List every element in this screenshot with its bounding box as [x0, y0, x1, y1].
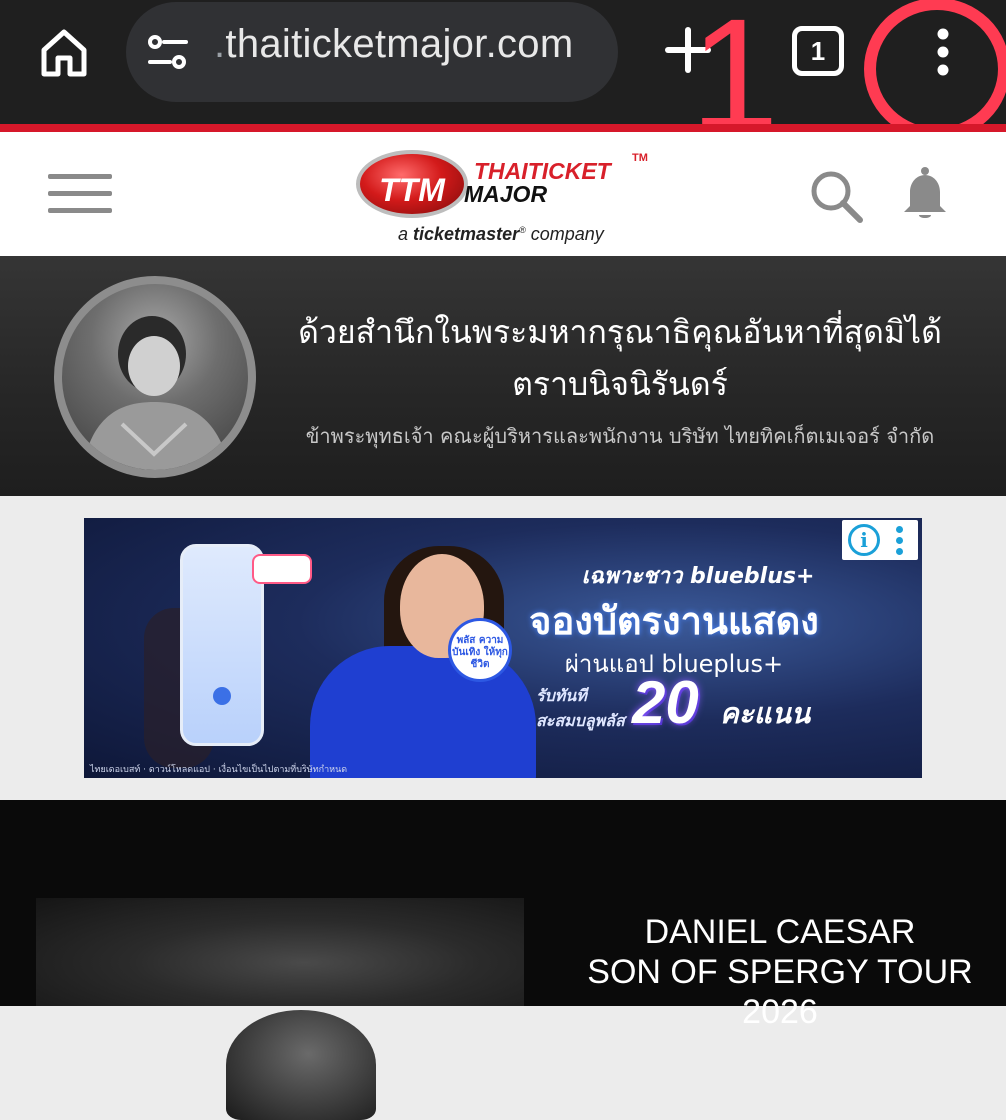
browser-toolbar: .thaiticketmajor.com 1 1 [0, 0, 1006, 155]
ad-footnote: ไทยเดอเบสท์ · ดาวน์โหลดแอป · เงื่อนไขเป็… [90, 765, 348, 775]
event-title-line2: SON OF SPERGY TOUR [587, 953, 973, 991]
ad-points-label: คะแนน [720, 697, 811, 730]
event-title[interactable]: DANIEL CAESAR SON OF SPERGY TOUR 2026 [560, 912, 1000, 1032]
site-header: TTM THAITICKET TM MAJOR a ticketmaster® … [0, 132, 1006, 256]
tune-icon [148, 35, 188, 69]
memorial-title-line2: ตราบนิจนิรันดร์ [512, 365, 728, 403]
brand-divider [0, 124, 1006, 132]
url-text[interactable]: .thaiticketmajor.com [214, 22, 573, 67]
annotation-circle [864, 0, 1006, 140]
tab-switcher-button[interactable]: 1 [792, 26, 844, 76]
home-icon [41, 29, 87, 77]
ad-reward-caption-2: สะสมบลูพลัส [536, 711, 625, 730]
event-card[interactable]: DANIEL CAESAR SON OF SPERGY TOUR 2026 [0, 800, 1006, 1120]
tab-count: 1 [810, 35, 826, 66]
logo-badge-text: TTM [379, 172, 445, 208]
tagline-brand: ticketmaster [413, 224, 520, 244]
home-button[interactable] [36, 24, 92, 80]
bell-icon [904, 167, 946, 218]
ad-headline: จองบัตรงานแสดง [529, 599, 819, 643]
memorial-subtitle: ข้าพระพุทธเจ้า คณะผู้บริหารและพนักงาน บร… [305, 424, 935, 448]
ad-speech-tag [252, 554, 312, 584]
notifications-button[interactable] [900, 166, 950, 222]
memorial-portrait [54, 276, 256, 478]
site-logo[interactable]: TTM THAITICKET TM MAJOR a ticketmaster® … [356, 144, 652, 248]
search-icon [811, 171, 863, 223]
event-title-line1: DANIEL CAESAR [644, 913, 916, 951]
url-domain: thaiticketmajor.com [225, 22, 574, 66]
tagline-reg: ® [519, 225, 526, 235]
ad-bubble: พลัส ความบันเทิง ให้ทุกชีวิต [448, 618, 512, 682]
tagline-prefix: a [398, 224, 409, 244]
portrait-image [82, 316, 230, 470]
logo-trademark: TM [632, 152, 648, 164]
event-image[interactable] [36, 898, 524, 1120]
search-button[interactable] [808, 168, 864, 224]
logo-badge: TTM [356, 150, 468, 218]
ad-reward-caption-1: รับทันที [536, 686, 587, 705]
ad-points-number: 20 [632, 669, 699, 736]
logo-wordmark-line2: MAJOR [464, 181, 548, 207]
memorial-title: ด้วยสำนึกในพระมหากรุณาธิคุณอันหาที่สุดมิ… [270, 306, 970, 410]
ad-reward-caption: รับทันที สะสมบลูพลัส [536, 684, 625, 734]
ad-headline-small: เฉพาะชาว blueblus+ [581, 564, 815, 589]
logo-tagline: a ticketmaster® company [398, 224, 604, 245]
menu-button[interactable] [48, 172, 112, 216]
event-title-line3: 2026 [742, 993, 818, 1031]
ad-choices-button[interactable]: i [842, 520, 918, 560]
event-artist-silhouette [226, 1010, 376, 1120]
url-prefix: . [214, 22, 226, 66]
site-settings-button[interactable] [146, 32, 190, 72]
memorial-title-line1: ด้วยสำนึกในพระมหากรุณาธิคุณอันหาที่สุดมิ… [298, 313, 942, 351]
ad-phone-button [213, 687, 231, 705]
ad-banner[interactable]: พลัส ความบันเทิง ให้ทุกชีวิต เฉพาะชาว bl… [84, 518, 922, 778]
memorial-banner: ด้วยสำนึกในพระมหากรุณาธิคุณอันหาที่สุดมิ… [0, 256, 1006, 496]
info-icon[interactable]: i [848, 524, 880, 556]
tagline-suffix: company [530, 224, 604, 244]
ad-more-icon[interactable] [896, 526, 904, 556]
